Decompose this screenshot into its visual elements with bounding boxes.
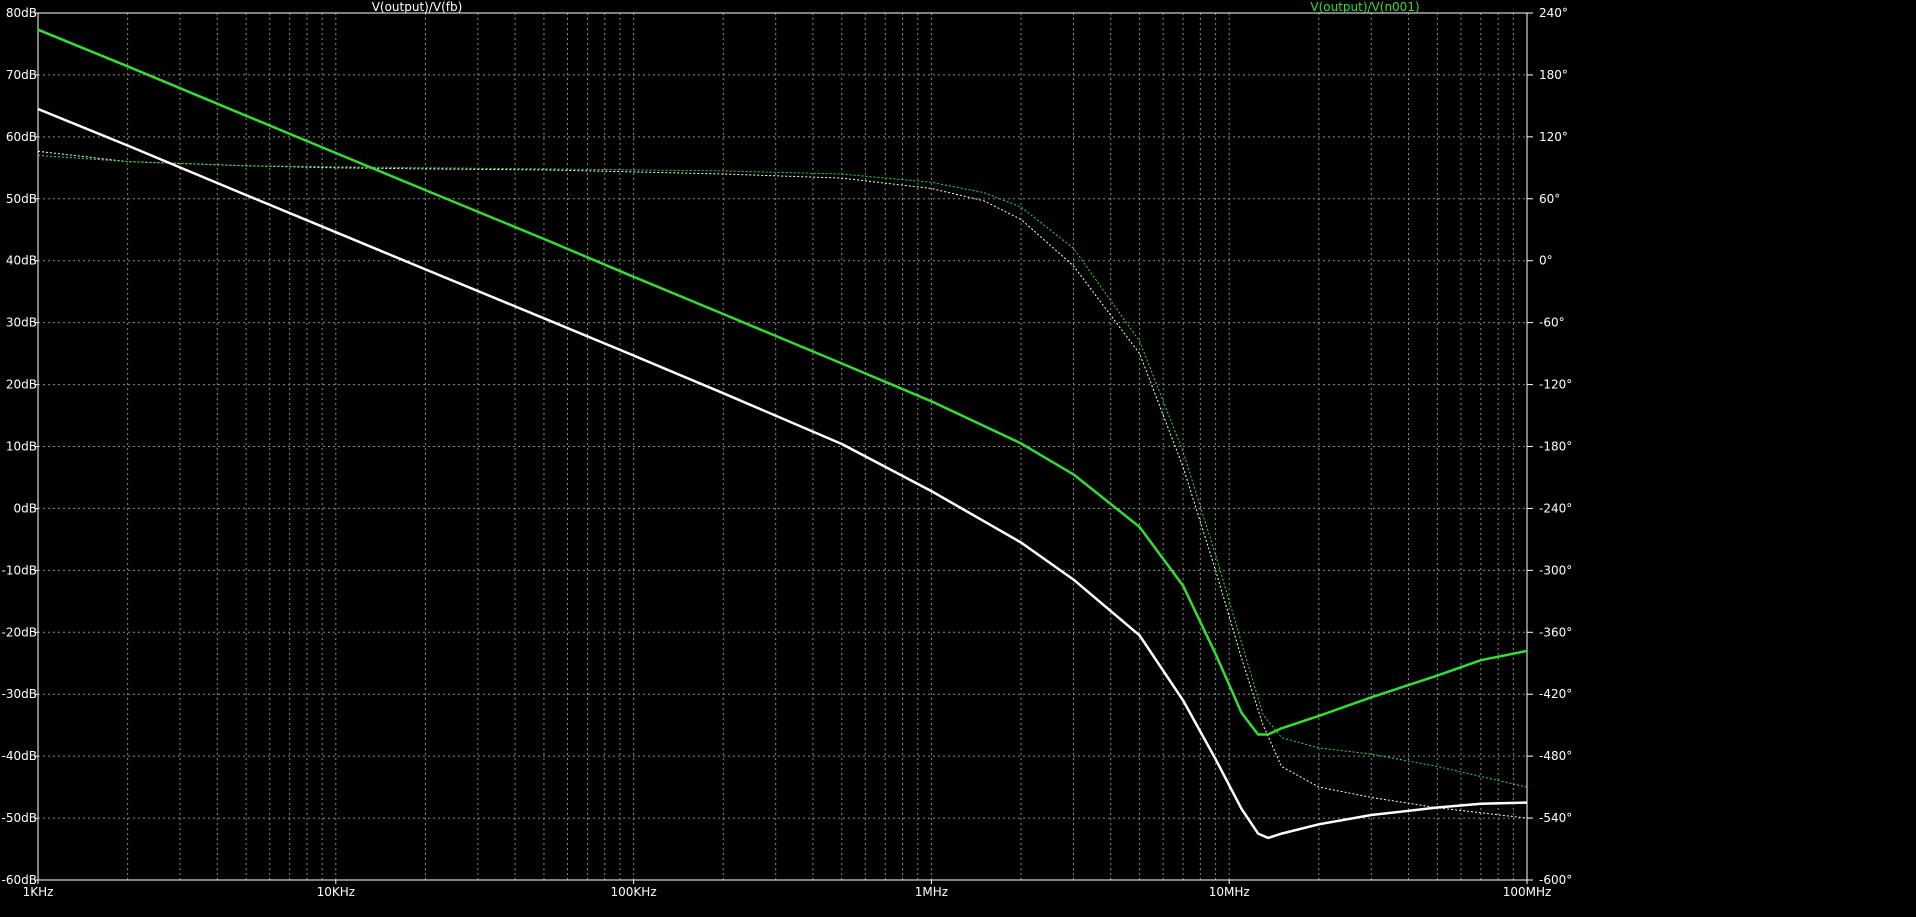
left-tick-label: 60dB [6, 130, 37, 144]
left-tick-label: -30dB [2, 687, 37, 701]
trace-title-output-fb[interactable]: V(output)/V(fb) [372, 0, 463, 14]
right-tick-label: -600° [1539, 873, 1572, 887]
right-axis-ticks: 240° 180° 120° 60° 0° -60° -120° -180° -240° -300… [1527, 6, 1572, 887]
right-tick-label: -360° [1539, 625, 1572, 639]
grid [38, 13, 1527, 880]
right-tick-label: -480° [1539, 749, 1572, 763]
right-tick-label: -540° [1539, 811, 1572, 825]
left-tick-label: -40dB [2, 749, 37, 763]
left-tick-label: 10dB [6, 440, 37, 454]
x-axis-ticks: 1KHz 10KHz 100KHz 1MHz 10MHz 100MHz [23, 880, 1552, 899]
left-tick-label: 0dB [14, 501, 37, 515]
phase-trace-0 [37, 150, 1528, 819]
left-tick-label: 40dB [6, 254, 37, 268]
left-tick-label: -20dB [2, 625, 37, 639]
left-tick-label: 70dB [6, 68, 37, 82]
right-tick-label: 120° [1539, 130, 1568, 144]
right-tick-label: -60° [1539, 316, 1565, 330]
right-tick-label: -420° [1539, 687, 1572, 701]
magnitude-trace-0 [37, 107, 1528, 840]
right-tick-label: 60° [1539, 192, 1560, 206]
left-tick-label: 50dB [6, 192, 37, 206]
right-tick-label: -120° [1539, 378, 1572, 392]
x-tick-label: 1MHz [915, 885, 948, 899]
right-tick-label: -300° [1539, 563, 1572, 577]
x-tick-label: 100MHz [1503, 885, 1552, 899]
left-tick-label: 30dB [6, 316, 37, 330]
right-tick-label: 240° [1539, 6, 1568, 20]
right-tick-label: 0° [1539, 254, 1553, 268]
bode-plot: 1KHz 10KHz 100KHz 1MHz 10MHz 100MHz 80dB 70dB 6… [2, 0, 1573, 899]
x-tick-label: 10MHz [1209, 885, 1250, 899]
left-tick-label: -60dB [2, 873, 37, 887]
magnitude-trace-1 [37, 28, 1528, 736]
phase-trace-1 [37, 154, 1528, 788]
x-tick-label: 10KHz [317, 885, 355, 899]
x-tick-label: 100KHz [611, 885, 657, 899]
left-axis-ticks: 80dB 70dB 60dB 50dB 40dB 30dB 20dB 10dB 0dB -10dB… [2, 6, 38, 887]
left-tick-label: 20dB [6, 378, 37, 392]
trace-title-output-n001[interactable]: V(output)/V(n001) [1310, 0, 1419, 14]
x-tick-label: 1KHz [23, 885, 54, 899]
left-tick-label: -50dB [2, 811, 37, 825]
right-tick-label: -240° [1539, 501, 1572, 515]
right-tick-label: 180° [1539, 68, 1568, 82]
left-tick-label: 80dB [6, 6, 37, 20]
traces [37, 28, 1528, 840]
left-tick-label: -10dB [2, 563, 37, 577]
right-tick-label: -180° [1539, 440, 1572, 454]
